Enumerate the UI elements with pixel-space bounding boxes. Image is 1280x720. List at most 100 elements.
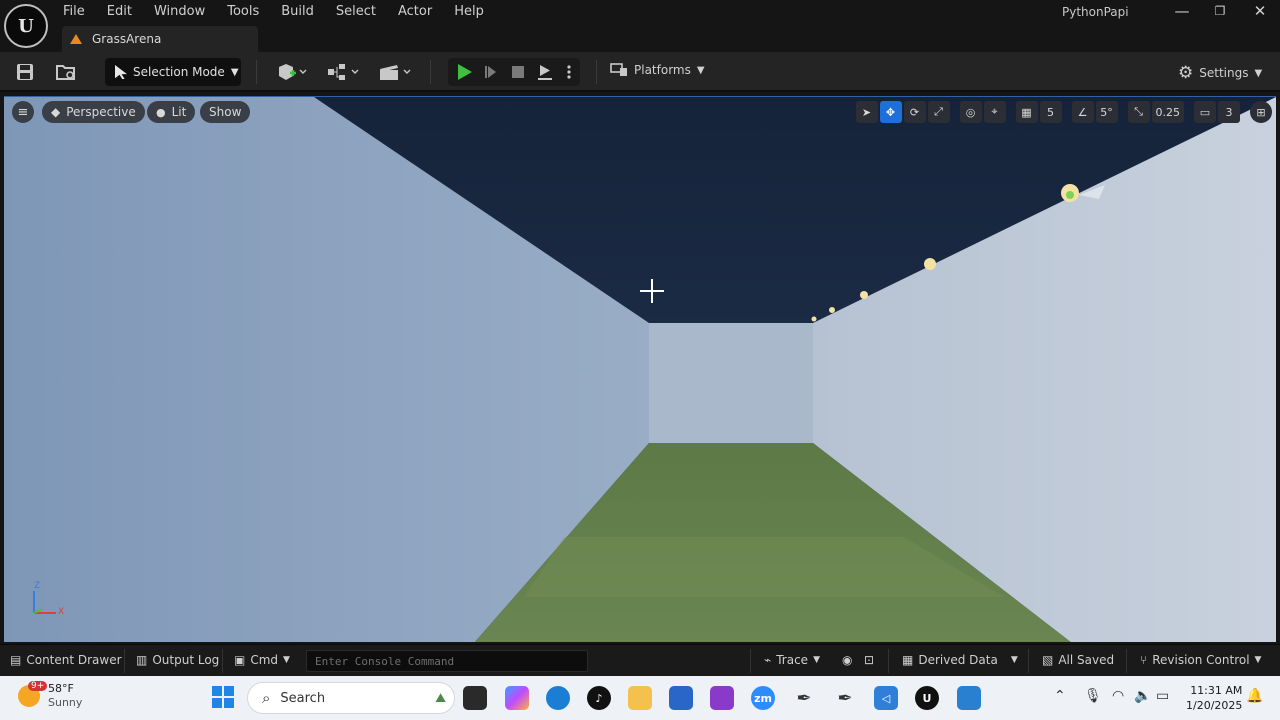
clock-time: 11:31 AM (1190, 684, 1243, 697)
level-icon (70, 34, 82, 44)
search-highlight-icon: ⛰ (435, 690, 446, 706)
menu-edit[interactable]: Edit (96, 1, 143, 23)
screenshot-button[interactable]: ⊡ (864, 653, 874, 667)
copilot-icon[interactable] (505, 686, 529, 710)
rotation-snap-value[interactable]: 5° (1095, 101, 1118, 123)
output-log-button[interactable]: ▥ Output Log (136, 653, 219, 667)
content-browser-icon[interactable] (54, 62, 78, 82)
cinematics-icon[interactable] (378, 62, 414, 82)
eject-icon[interactable] (536, 63, 554, 81)
content-drawer-button[interactable]: ▤ Content Drawer (10, 653, 122, 667)
unreal-logo-icon[interactable]: U (4, 4, 48, 48)
branch-icon: ⑂ (1140, 653, 1148, 667)
menu-window[interactable]: Window (143, 1, 216, 23)
wifi-icon[interactable]: ◠ (1112, 688, 1124, 704)
platforms-label: Platforms (634, 63, 691, 77)
viewport-menu-button[interactable]: ≡ (12, 101, 34, 123)
file-explorer-icon[interactable] (628, 686, 652, 710)
surface-snap-icon[interactable]: ⌖ (983, 101, 1006, 123)
camera-speed-value[interactable]: 3 (1218, 101, 1240, 123)
world-space-icon[interactable]: ◎ (959, 101, 982, 123)
level-viewport[interactable]: ≡ ◆ Perspective ● Lit Show ➤ ✥ ⟳ ⤢ ◎ ⌖ ▦… (4, 96, 1276, 642)
pen-icon[interactable]: ✒ (792, 686, 816, 710)
maximize-viewport-icon[interactable]: ⊞ (1250, 101, 1272, 123)
blueprint-icon[interactable] (326, 62, 362, 82)
settings-button[interactable]: ⚙ Settings ▼ (1178, 63, 1262, 83)
scale-snap-icon[interactable]: ⤡ (1127, 101, 1150, 123)
menu-help[interactable]: Help (443, 1, 495, 23)
microphone-icon[interactable]: 🎙 (1084, 688, 1102, 704)
chevron-down-icon: ▼ (283, 655, 290, 665)
derived-data-icon: ▦ (902, 653, 914, 667)
pen-alt-icon[interactable]: ✒ (833, 686, 857, 710)
zoom-icon[interactable]: zm (751, 686, 775, 710)
derived-data-dropdown[interactable]: ▦ Derived Data ▼ (902, 653, 1018, 667)
log-icon: ▥ (136, 653, 148, 667)
menu-actor[interactable]: Actor (387, 1, 443, 23)
save-all-button[interactable]: ▧ All Saved (1042, 653, 1114, 667)
tab-level[interactable]: GrassArena (62, 26, 258, 52)
perspective-button[interactable]: ◆ Perspective (42, 101, 145, 123)
clipchamp-icon[interactable] (710, 686, 734, 710)
translate-icon[interactable]: ✥ (879, 101, 902, 123)
tiktok-icon[interactable]: ♪ (587, 686, 611, 710)
cmd-label: Cmd (250, 653, 279, 667)
menu-select[interactable]: Select (325, 1, 387, 23)
rotation-snap-icon[interactable]: ∠ (1071, 101, 1094, 123)
taskbar-clock[interactable]: 11:31 AM 1/20/2025 (1186, 683, 1242, 713)
menu-build[interactable]: Build (270, 1, 325, 23)
start-button[interactable] (212, 686, 234, 708)
add-actor-icon[interactable] (274, 62, 310, 82)
revision-control-dropdown[interactable]: ⑂ Revision Control ▼ (1140, 653, 1261, 667)
trace-dropdown[interactable]: ⌁ Trace ▼ (764, 653, 820, 667)
grid-snap-icon[interactable]: ▦ (1015, 101, 1038, 123)
divider (430, 60, 431, 84)
weather-condition: Sunny (48, 696, 83, 709)
camera-speed-icon[interactable]: ▭ (1194, 101, 1216, 123)
menu-file[interactable]: File (52, 1, 96, 23)
weather-widget[interactable]: 9+ 58°F Sunny (18, 681, 83, 710)
more-options-icon[interactable] (566, 64, 572, 80)
close-button[interactable]: ✕ (1250, 2, 1270, 20)
selection-mode-dropdown[interactable]: Selection Mode ▼ (105, 58, 241, 86)
battery-icon[interactable]: ▭ (1156, 688, 1169, 704)
play-button[interactable] (458, 64, 472, 80)
axis-x-label: X (58, 607, 65, 617)
grid-snap-value[interactable]: 5 (1039, 101, 1062, 123)
lit-label: Lit (171, 105, 187, 119)
unreal-taskbar-icon[interactable]: U (915, 686, 939, 710)
trace-label: Trace (776, 653, 809, 667)
volume-icon[interactable]: 🔈 (1134, 688, 1151, 704)
minimize-button[interactable]: — (1172, 2, 1192, 20)
scale-icon[interactable]: ⤢ (927, 101, 950, 123)
lit-button[interactable]: ● Lit (147, 101, 196, 123)
stop-icon[interactable] (510, 64, 526, 80)
save-icon[interactable] (14, 62, 36, 82)
notification-bell-icon[interactable]: 🔔 (1246, 688, 1263, 704)
record-button[interactable]: ◉ (842, 653, 852, 667)
advance-frame-icon[interactable] (484, 64, 500, 80)
divider (124, 649, 125, 673)
main-menu: File Edit Window Tools Build Select Acto… (52, 0, 495, 24)
cmd-dropdown[interactable]: ▣ Cmd ▼ (234, 653, 290, 667)
derived-data-label: Derived Data (918, 653, 998, 667)
maximize-button[interactable]: ❐ (1210, 4, 1230, 18)
taskbar-search[interactable]: ⌕ Search ⛰ (247, 682, 455, 714)
edge-icon[interactable] (546, 686, 570, 710)
scale-snap-value[interactable]: 0.25 (1151, 101, 1184, 123)
show-button[interactable]: Show (200, 101, 251, 123)
rotate-icon[interactable]: ⟳ (903, 101, 926, 123)
hamburger-icon: ≡ (17, 104, 29, 120)
vscode-icon[interactable]: ◁ (874, 686, 898, 710)
console-command-input[interactable] (306, 650, 588, 672)
platforms-button[interactable]: Platforms ▼ (610, 63, 705, 77)
show-hidden-icons-icon[interactable]: ⌃ (1054, 688, 1066, 704)
save-all-icon: ▧ (1042, 653, 1054, 667)
select-mode-icon[interactable]: ➤ (855, 101, 878, 123)
revision-control-label: Revision Control (1152, 653, 1250, 667)
task-view-icon[interactable] (463, 686, 487, 710)
menu-tools[interactable]: Tools (216, 1, 270, 23)
window-app-icon[interactable] (957, 686, 981, 710)
store-icon[interactable] (669, 686, 693, 710)
platforms-icon (610, 63, 627, 76)
